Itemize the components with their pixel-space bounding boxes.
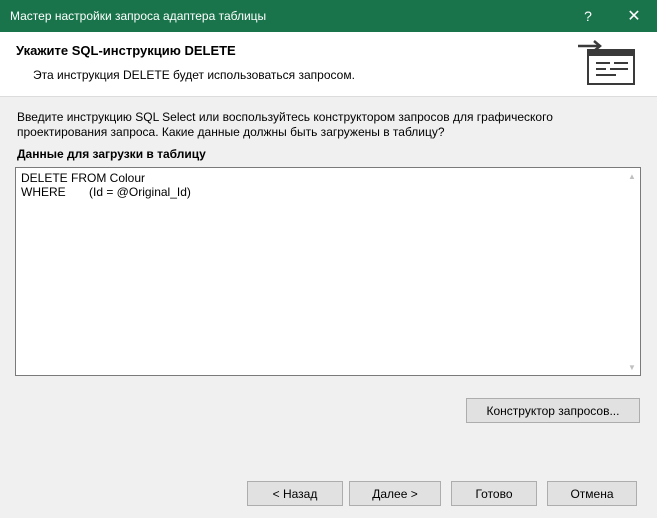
- close-button[interactable]: ✕: [611, 0, 657, 32]
- wizard-sql-icon: [578, 40, 635, 85]
- back-button[interactable]: < Назад: [247, 481, 343, 506]
- wizard-dialog: Мастер настройки запроса адаптера таблиц…: [0, 0, 657, 518]
- query-builder-button[interactable]: Конструктор запросов...: [466, 398, 640, 423]
- sql-editor[interactable]: DELETE FROM Colour WHERE (Id = @Original…: [15, 167, 641, 376]
- finish-button[interactable]: Готово: [451, 481, 537, 506]
- next-button[interactable]: Далее >: [349, 481, 441, 506]
- scroll-down-arrow-icon[interactable]: ▼: [624, 359, 640, 375]
- sql-text-input[interactable]: DELETE FROM Colour WHERE (Id = @Original…: [21, 171, 621, 371]
- scroll-up-arrow-icon[interactable]: ▲: [624, 168, 640, 184]
- wizard-header: Укажите SQL-инструкцию DELETE Эта инстру…: [0, 32, 657, 97]
- window-title: Мастер настройки запроса адаптера таблиц…: [10, 9, 267, 23]
- section-label: Данные для загрузки в таблицу: [17, 147, 206, 161]
- instructions-text: Введите инструкцию SQL Select или воспол…: [17, 110, 553, 139]
- help-button[interactable]: ?: [565, 0, 611, 32]
- title-bar[interactable]: Мастер настройки запроса адаптера таблиц…: [0, 0, 657, 32]
- page-subtitle: Эта инструкция DELETE будет использовать…: [33, 68, 355, 82]
- page-title: Укажите SQL-инструкцию DELETE: [16, 43, 236, 58]
- cancel-button[interactable]: Отмена: [547, 481, 637, 506]
- vertical-scrollbar[interactable]: ▲ ▼: [624, 168, 640, 375]
